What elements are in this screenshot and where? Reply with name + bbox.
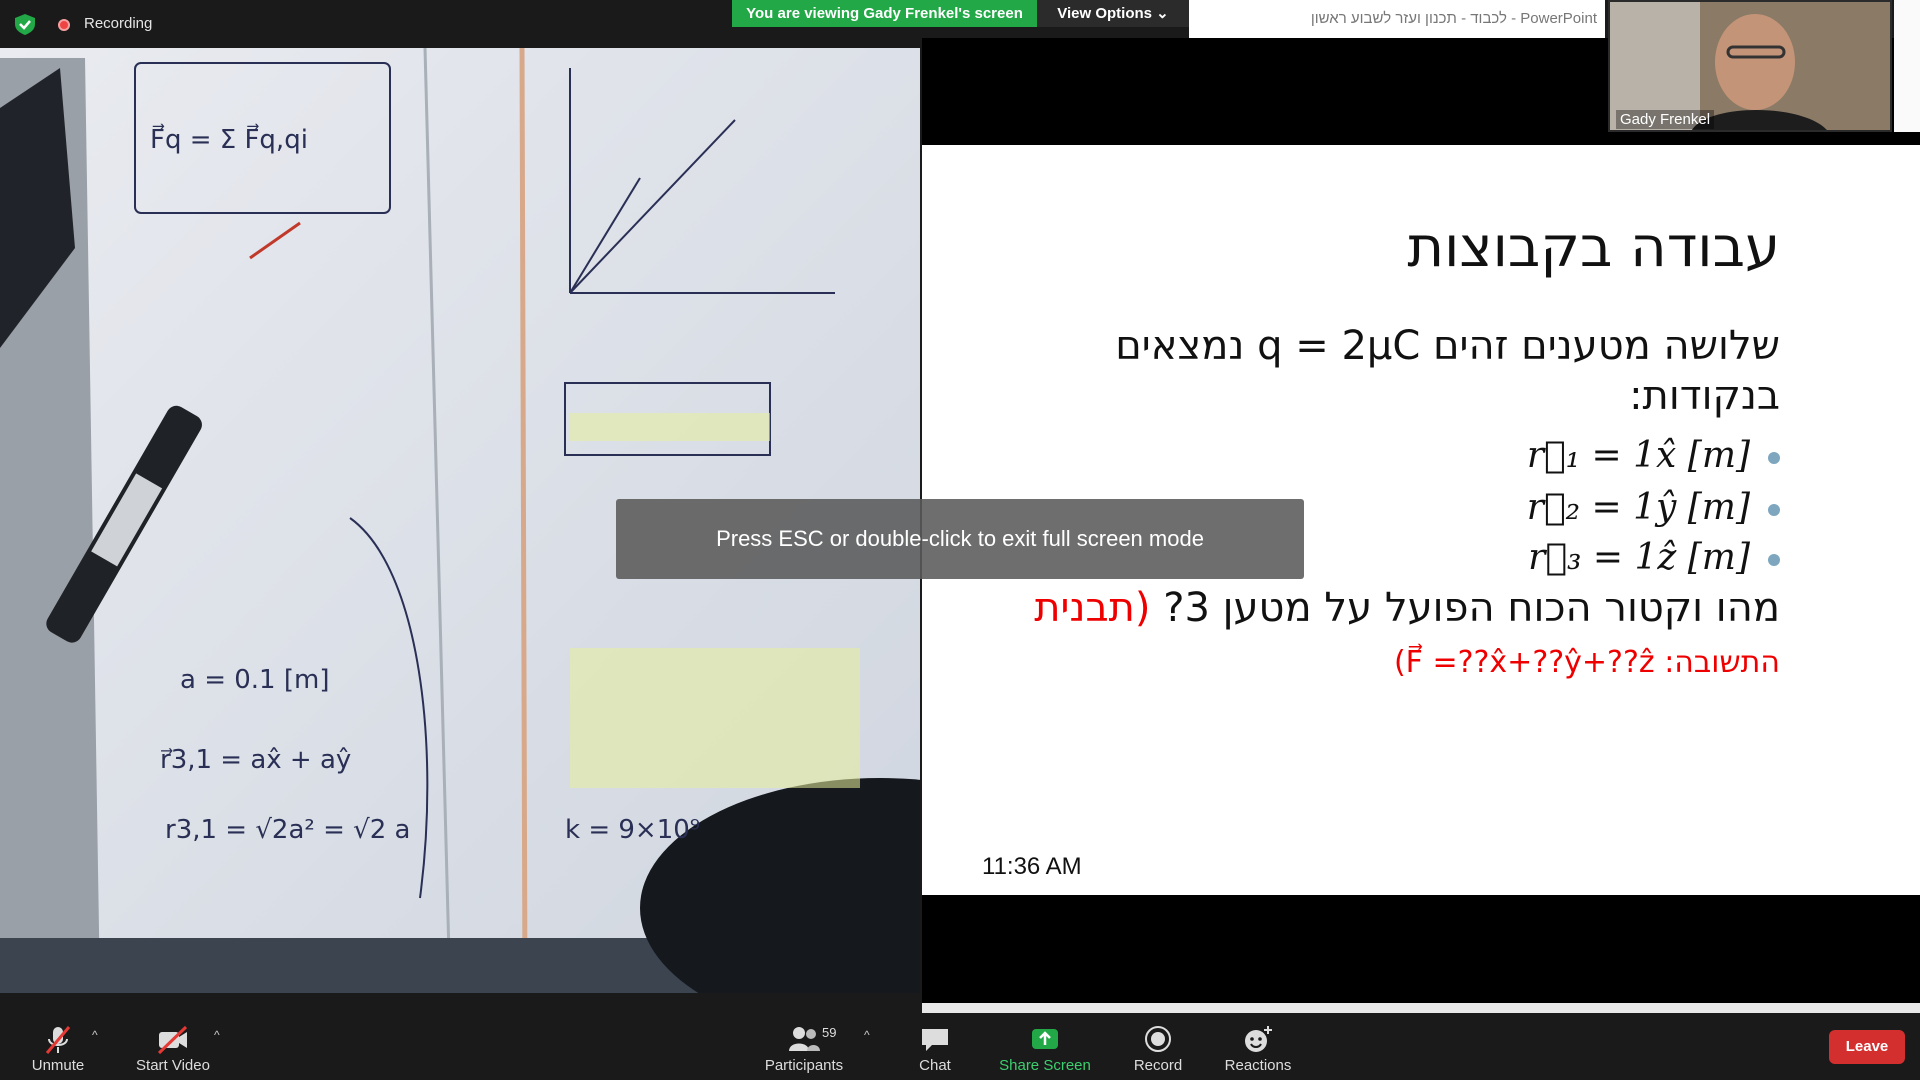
- slide-body-text: שלושה מטענים זהים q = 2μC נמצאים בנקודות…: [1115, 323, 1780, 419]
- record-button[interactable]: Record: [1128, 1013, 1188, 1080]
- participants-icon: [789, 1027, 820, 1051]
- participants-count: 59: [822, 1025, 837, 1040]
- slide-time: 11:36 AM: [982, 853, 1082, 880]
- share-screen-label: Share Screen: [999, 1057, 1091, 1074]
- chat-button[interactable]: Chat: [910, 1013, 960, 1080]
- reactions-button[interactable]: Reactions: [1222, 1013, 1294, 1080]
- slide-bullet: r⃗₁ = 1x̂ [m]: [1527, 435, 1780, 476]
- bullet-text: r⃗₂ = 1ŷ [m]: [1526, 487, 1750, 528]
- bullet-text: r⃗₃ = 1ẑ [m]: [1528, 537, 1750, 578]
- participants-button[interactable]: 59 Participants: [752, 1013, 856, 1080]
- view-options-button[interactable]: View Options ⌄: [1037, 0, 1189, 27]
- question-red-text: (תבנית: [1034, 585, 1151, 631]
- unmute-button[interactable]: Unmute: [20, 1013, 96, 1080]
- whiteboard-note: r⃗3,1 = ax̂ + aŷ: [160, 745, 351, 775]
- participant-video-thumbnail[interactable]: Gady Frenkel: [1608, 0, 1892, 132]
- participant-name-label: Gady Frenkel: [1616, 110, 1715, 129]
- question-text: מהו וקטור הכוח הפועל על מטען 3?: [1163, 585, 1780, 631]
- chat-bubble-icon: [910, 1023, 960, 1057]
- view-options-label: View Options: [1057, 5, 1152, 22]
- window-edge: [1894, 0, 1920, 132]
- meeting-toolbar: [0, 1013, 1920, 1080]
- security-shield-icon[interactable]: [10, 12, 40, 36]
- chevron-down-icon: ⌄: [1156, 5, 1169, 22]
- unmute-label: Unmute: [31, 1057, 85, 1074]
- microphone-muted-icon: [20, 1023, 96, 1057]
- audio-options-caret-icon[interactable]: ^: [92, 1028, 98, 1042]
- leave-button[interactable]: Leave: [1829, 1030, 1905, 1064]
- start-video-button[interactable]: Start Video: [130, 1013, 216, 1080]
- bullet-dot-icon: [1768, 554, 1780, 566]
- video-camera-off-icon: [130, 1023, 216, 1057]
- start-video-label: Start Video: [136, 1057, 210, 1074]
- whiteboard-note: k = 9×10⁹: [565, 815, 700, 845]
- whiteboard-note: F⃗q = Σ F⃗q,qi: [150, 123, 308, 155]
- slide-answer-template: התשובה: F⃗ =??x̂+??ŷ+??ẑ): [1393, 645, 1780, 680]
- slide-bullet: r⃗₂ = 1ŷ [m]: [1527, 487, 1780, 528]
- reactions-label: Reactions: [1224, 1057, 1292, 1074]
- whiteboard-note: r3,1 = √2a² = √2 a: [165, 815, 410, 845]
- slide-title: עבודה בקבוצות: [1407, 215, 1780, 280]
- record-icon: [1128, 1023, 1188, 1057]
- slide-question: מהו וקטור הכוח הפועל על מטען 3? (תבנית: [1034, 585, 1780, 631]
- powerpoint-title-bar: לכבוד - תכנון ועזר לשבוע ראשון - PowerPo…: [1189, 0, 1605, 38]
- recording-dot-icon: [58, 19, 70, 31]
- share-screen-icon: [995, 1023, 1095, 1057]
- participants-label: Participants: [764, 1057, 844, 1074]
- chat-label: Chat: [919, 1057, 951, 1074]
- video-options-caret-icon[interactable]: ^: [214, 1028, 220, 1042]
- participants-options-caret-icon[interactable]: ^: [864, 1028, 870, 1042]
- participants-icon-row: 59: [752, 1023, 856, 1057]
- recording-label: Recording: [84, 15, 153, 32]
- bullet-dot-icon: [1768, 452, 1780, 464]
- viewing-screen-banner: You are viewing Gady Frenkel's screen: [732, 0, 1037, 27]
- whiteboard-note: a = 0.1 [m]: [180, 665, 329, 695]
- slide-bullet: r⃗₃ = 1ẑ [m]: [1528, 537, 1780, 578]
- fullscreen-exit-toast: Press ESC or double-click to exit full s…: [616, 499, 1304, 579]
- bullet-dot-icon: [1768, 504, 1780, 516]
- bullet-text: r⃗₁ = 1x̂ [m]: [1526, 435, 1750, 476]
- record-label: Record: [1133, 1057, 1183, 1074]
- smiley-plus-icon: [1222, 1023, 1294, 1057]
- share-screen-button[interactable]: Share Screen: [995, 1013, 1095, 1080]
